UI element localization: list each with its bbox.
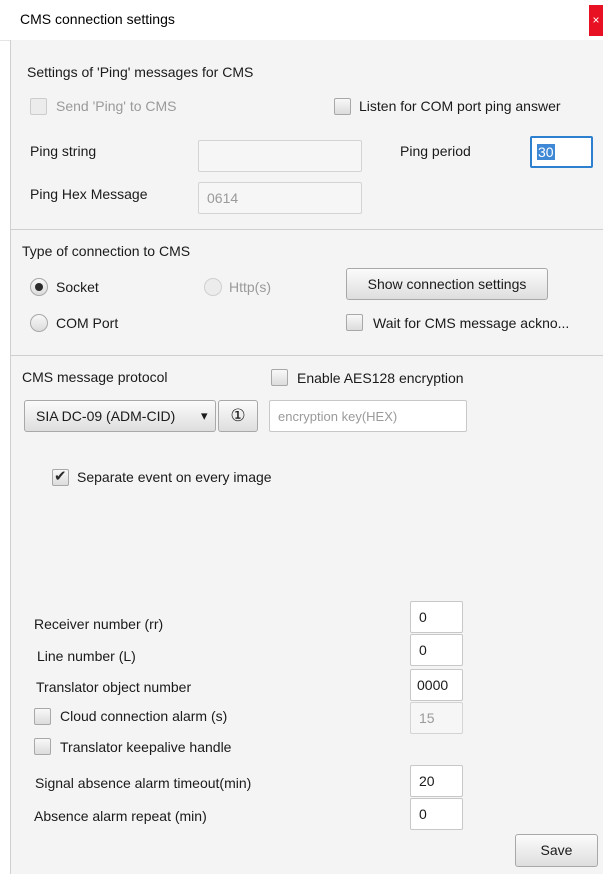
checkmark-icon: ✔ (54, 468, 67, 485)
close-button[interactable]: × (589, 5, 603, 36)
ping-section-title: Settings of 'Ping' messages for CMS (27, 64, 254, 80)
ping-period-value: 30 (537, 144, 555, 160)
divider (10, 229, 603, 230)
http-label: Http(s) (229, 279, 271, 295)
com-port-label: COM Port (56, 315, 119, 331)
ping-string-label: Ping string (30, 143, 97, 159)
encryption-key-input[interactable]: encryption key(HEX) (269, 400, 467, 432)
line-number-input[interactable]: 0 (410, 634, 463, 666)
chevron-down-icon: ▾ (201, 408, 208, 423)
radio-selected-dot (35, 283, 43, 291)
http-radio[interactable] (204, 278, 222, 296)
signal-absence-label: Signal absence alarm timeout(min) (35, 775, 252, 791)
separate-event-checkbox[interactable]: ✔ (52, 468, 69, 486)
keepalive-checkbox[interactable] (34, 738, 51, 755)
wait-ack-label: Wait for CMS message ackno... (373, 315, 570, 331)
ping-hex-label: Ping Hex Message (30, 186, 148, 202)
save-button[interactable]: Save (515, 834, 598, 867)
info-icon: ① (230, 406, 246, 425)
aes-checkbox[interactable] (271, 369, 288, 386)
socket-label: Socket (56, 279, 99, 295)
socket-radio[interactable] (30, 278, 48, 296)
cloud-alarm-input[interactable]: 15 (410, 702, 463, 734)
aes-label: Enable AES128 encryption (297, 370, 464, 386)
ping-period-label: Ping period (400, 143, 471, 159)
listen-ping-label: Listen for COM port ping answer (359, 98, 561, 114)
wait-ack-checkbox[interactable] (346, 314, 363, 331)
title-bar: CMS connection settings × (0, 0, 603, 41)
absence-repeat-input[interactable]: 0 (410, 798, 463, 830)
protocol-info-button[interactable]: ① (218, 400, 258, 432)
protocol-dropdown[interactable]: SIA DC-09 (ADM-CID) ▾ (24, 400, 216, 432)
show-connection-settings-button[interactable]: Show connection settings (346, 268, 548, 300)
window-title: CMS connection settings (20, 11, 175, 27)
divider (10, 355, 603, 356)
signal-absence-input[interactable]: 20 (410, 765, 463, 797)
receiver-number-input[interactable]: 0 (410, 601, 463, 633)
protocol-section-title: CMS message protocol (22, 369, 168, 385)
send-ping-checkbox[interactable] (30, 98, 47, 115)
com-port-radio[interactable] (30, 314, 48, 332)
receiver-number-label: Receiver number (rr) (34, 616, 164, 632)
close-icon: × (592, 13, 600, 27)
encryption-key-placeholder: encryption key(HEX) (278, 409, 398, 424)
connection-section-title: Type of connection to CMS (22, 243, 191, 259)
cloud-alarm-checkbox[interactable] (34, 708, 51, 725)
translator-object-input[interactable]: 0000 (410, 669, 463, 701)
listen-ping-checkbox[interactable] (334, 98, 351, 115)
ping-string-input[interactable] (198, 140, 362, 172)
line-number-label: Line number (L) (37, 648, 136, 664)
absence-repeat-label: Absence alarm repeat (min) (34, 808, 207, 824)
separate-event-label: Separate event on every image (77, 469, 272, 485)
ping-period-input[interactable]: 30 (530, 136, 593, 168)
send-ping-label: Send 'Ping' to CMS (56, 98, 177, 114)
protocol-value: SIA DC-09 (ADM-CID) (36, 408, 176, 424)
translator-object-label: Translator object number (36, 679, 192, 695)
keepalive-label: Translator keepalive handle (60, 739, 232, 755)
cloud-alarm-label: Cloud connection alarm (s) (60, 708, 228, 724)
ping-hex-input[interactable]: 0614 (198, 182, 362, 214)
